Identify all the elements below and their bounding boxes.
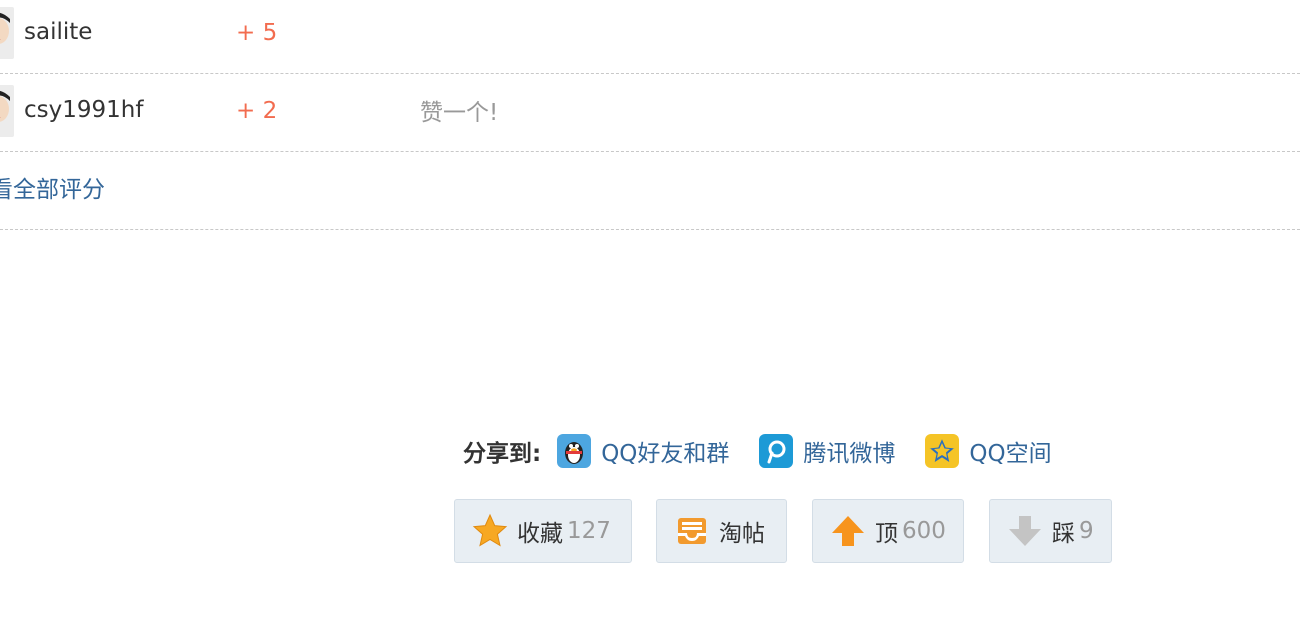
view-all-ratings-row: 看全部评分	[0, 153, 1300, 230]
share-qq-friends[interactable]: QQ好友和群	[557, 434, 729, 468]
share-bar: 分享到: QQ好友和群 腾讯微博 QQ空间	[463, 431, 1082, 471]
favorite-label: 收藏	[517, 521, 563, 547]
tray-icon	[673, 512, 711, 550]
qq-penguin-icon	[557, 434, 592, 468]
tencent-weibo-icon	[759, 434, 794, 468]
favorite-button[interactable]: 收藏 127	[454, 499, 632, 563]
rating-score: + 2	[236, 98, 278, 124]
rating-username[interactable]: csy1991hf	[24, 95, 143, 125]
qzone-star-icon	[925, 434, 960, 468]
rating-reason: 赞一个!	[420, 100, 499, 126]
rating-row: sailite + 5	[0, 0, 1300, 74]
taotie-button[interactable]: 淘帖	[656, 499, 787, 563]
rating-row: csy1991hf + 2 赞一个!	[0, 75, 1300, 152]
arrow-down-icon	[1006, 512, 1044, 550]
avatar[interactable]	[0, 85, 14, 137]
rating-score: + 5	[236, 20, 278, 46]
downvote-button[interactable]: 踩 9	[989, 499, 1112, 563]
share-qq-friends-label: QQ好友和群	[601, 441, 730, 467]
upvote-label: 顶	[875, 521, 898, 547]
star-icon	[471, 512, 509, 550]
avatar[interactable]	[0, 7, 14, 59]
view-all-ratings-link[interactable]: 看全部评分	[0, 175, 105, 205]
share-tencent-weibo-label: 腾讯微博	[803, 441, 896, 467]
post-footer: sailite + 5 csy1991hf + 2 赞一个! 看全部评分 分享到…	[0, 0, 1300, 621]
arrow-up-icon	[829, 512, 867, 550]
rating-username[interactable]: sailite	[24, 17, 92, 47]
downvote-label: 踩	[1052, 521, 1075, 547]
share-qzone-label: QQ空间	[969, 441, 1052, 467]
taotie-label: 淘帖	[719, 521, 765, 547]
upvote-count: 600	[902, 518, 946, 544]
downvote-count: 9	[1079, 518, 1094, 544]
share-label: 分享到:	[463, 441, 542, 467]
favorite-count: 127	[567, 518, 611, 544]
share-tencent-weibo[interactable]: 腾讯微博	[759, 434, 895, 468]
share-qzone[interactable]: QQ空间	[925, 434, 1052, 468]
upvote-button[interactable]: 顶 600	[812, 499, 964, 563]
